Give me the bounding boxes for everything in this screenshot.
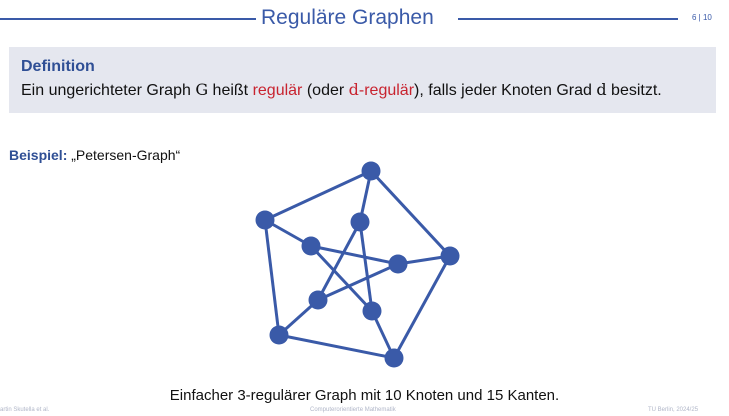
graph-nodes <box>255 161 460 368</box>
graph-node <box>362 301 382 321</box>
petersen-graph <box>255 161 460 368</box>
graph-node <box>308 290 328 310</box>
footer-author: artin Skutella et al. <box>0 407 50 413</box>
graph-edge <box>278 333 395 360</box>
graph-node <box>440 246 460 266</box>
graph-node <box>384 348 404 368</box>
footer-institution: TU Berlin, 2024/25 <box>648 407 699 413</box>
graph-edge <box>369 169 452 258</box>
graph-edge <box>263 219 281 336</box>
graph-edges <box>263 169 452 360</box>
graph-edge <box>358 221 374 312</box>
graph-node <box>361 161 381 181</box>
graph-node <box>301 236 321 256</box>
graph-node <box>350 212 370 232</box>
graph-node <box>255 210 275 230</box>
graph-node <box>269 325 289 345</box>
footer-course: Computerorientierte Mathematik <box>310 407 396 413</box>
graph-node <box>388 254 408 274</box>
figure-caption: Einfacher 3-regulärer Graph mit 10 Knote… <box>169 387 560 404</box>
graph-edge <box>264 169 372 222</box>
